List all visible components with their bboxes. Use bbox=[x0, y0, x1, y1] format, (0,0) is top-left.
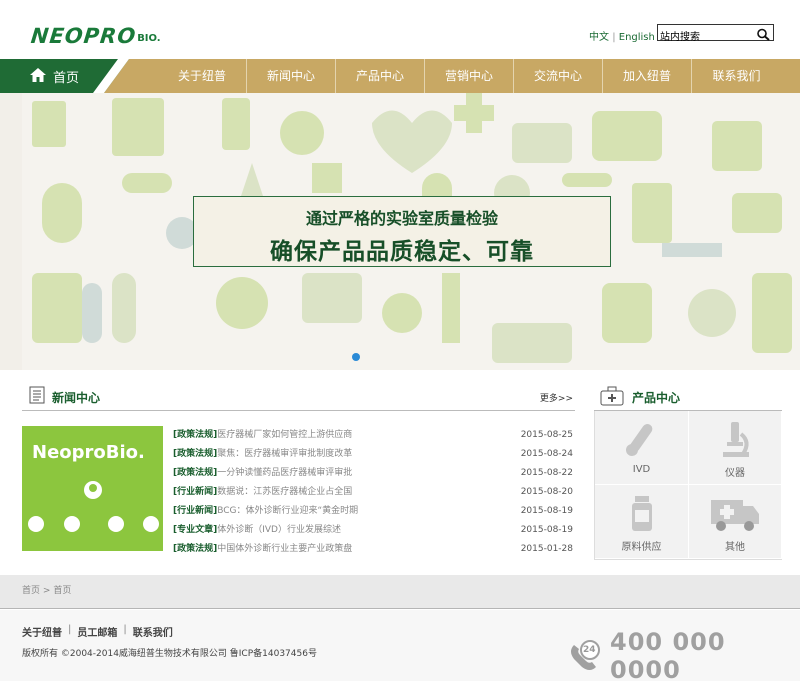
carousel-dot[interactable] bbox=[352, 353, 360, 361]
nav-item-news[interactable]: 新闻中心 bbox=[247, 59, 336, 93]
footer-sep: | bbox=[68, 624, 72, 635]
breadcrumb-current: 首页 bbox=[53, 586, 72, 596]
news-item[interactable]: [政策法规] 聚焦：医疗器械审评审批制度改革 2015-08-24 bbox=[173, 447, 573, 466]
ambulance-icon bbox=[711, 500, 759, 531]
lang-separator: | bbox=[612, 32, 616, 43]
nav-item-exchange[interactable]: 交流中心 bbox=[514, 59, 603, 93]
copyright: 版权所有 ©2004-2014威海纽普生物技术有限公司 鲁ICP备1403745… bbox=[22, 649, 317, 659]
nav-item-about[interactable]: 关于纽普 bbox=[158, 59, 247, 93]
search-icon[interactable] bbox=[756, 26, 771, 41]
product-label: 其他 bbox=[725, 542, 745, 553]
language-switcher: 中文 | English bbox=[589, 28, 655, 43]
news-date: 2015-01-28 bbox=[520, 544, 573, 554]
news-item[interactable]: [专业文章] 体外诊断（IVD）行业发展综述 2015-08-19 bbox=[173, 523, 573, 542]
news-category: [政策法规] bbox=[173, 544, 218, 554]
logo-sub: BIO. bbox=[137, 33, 161, 44]
news-item[interactable]: [政策法规] 中国体外诊断行业主要产业政策盘 2015-01-28 bbox=[173, 542, 573, 561]
news-category: [行业新闻] bbox=[173, 506, 218, 516]
news-date: 2015-08-20 bbox=[520, 487, 573, 497]
news-item[interactable]: [行业新闻] BCG：体外诊断行业迎来“黄金时期 2015-08-19 bbox=[173, 504, 573, 523]
footer-links: 关于纽普 | 员工邮箱 | 联系我们 bbox=[22, 624, 173, 639]
news-headline[interactable]: BCG：体外诊断行业迎来“黄金时期 bbox=[217, 504, 515, 523]
nav-home-label: 首页 bbox=[53, 71, 80, 86]
news-item[interactable]: [政策法规] 医疗器械厂家如何管控上游供应商 2015-08-25 bbox=[173, 428, 573, 447]
news-category: [政策法规] bbox=[173, 449, 218, 459]
product-ivd[interactable]: IVD bbox=[595, 411, 689, 485]
nav-item-contact[interactable]: 联系我们 bbox=[692, 59, 781, 93]
footer-link-email[interactable]: 员工邮箱 bbox=[77, 624, 117, 639]
news-date: 2015-08-24 bbox=[520, 449, 573, 459]
nav-home[interactable]: 首页 bbox=[0, 59, 129, 93]
news-category: [专业文章] bbox=[173, 525, 218, 535]
lang-chinese-link[interactable]: 中文 bbox=[589, 32, 609, 43]
social-icons-icon bbox=[28, 481, 159, 532]
product-instrument[interactable]: 仪器 bbox=[689, 411, 782, 485]
product-other[interactable]: 其他 bbox=[689, 485, 782, 559]
product-label: IVD bbox=[632, 464, 651, 475]
logo[interactable]: NEOPRO BIO. bbox=[29, 24, 161, 48]
search-box bbox=[657, 24, 774, 43]
news-more-link[interactable]: 更多>> bbox=[540, 391, 573, 404]
breadcrumb-home[interactable]: 首页 bbox=[22, 586, 40, 596]
home-icon bbox=[30, 67, 46, 86]
news-date: 2015-08-19 bbox=[520, 506, 573, 516]
news-headline[interactable]: 一分钟读懂药品医疗器械审评审批 bbox=[217, 466, 515, 485]
microscope-icon bbox=[723, 422, 749, 457]
news-item[interactable]: [政策法规] 一分钟读懂药品医疗器械审评审批 2015-08-22 bbox=[173, 466, 573, 485]
phone-badge: 24 bbox=[583, 645, 596, 655]
news-section-header: 新闻中心 更多>> bbox=[22, 383, 575, 411]
news-item[interactable]: [行业新闻] 数据说：江苏医疗器械企业占全国 2015-08-20 bbox=[173, 485, 573, 504]
hotline: 24 400 000 0000 bbox=[568, 628, 800, 681]
product-label: 原料供应 bbox=[621, 542, 662, 553]
phone-24h-icon: 24 bbox=[568, 639, 602, 673]
hero-banner[interactable]: 通过严格的实验室质量检验 确保产品品质稳定、可靠 bbox=[22, 93, 800, 370]
news-headline[interactable]: 中国体外诊断行业主要产业政策盘 bbox=[217, 542, 515, 561]
news-category: [行业新闻] bbox=[173, 487, 218, 497]
news-date: 2015-08-19 bbox=[520, 525, 573, 535]
news-title: 新闻中心 bbox=[52, 391, 101, 405]
footer: 关于纽普 | 员工邮箱 | 联系我们 版权所有 ©2004-2014威海纽普生物… bbox=[0, 610, 800, 681]
news-list: [政策法规] 医疗器械厂家如何管控上游供应商 2015-08-25 [政策法规]… bbox=[173, 428, 573, 561]
breadcrumb-bar: 首页 > 首页 bbox=[0, 575, 800, 609]
banner-caption: 通过严格的实验室质量检验 确保产品品质稳定、可靠 bbox=[193, 196, 611, 267]
news-headline[interactable]: 体外诊断（IVD）行业发展综述 bbox=[217, 523, 515, 542]
nav-item-products[interactable]: 产品中心 bbox=[336, 59, 425, 93]
medicine-bottle-icon bbox=[631, 496, 652, 531]
search-input[interactable] bbox=[658, 28, 754, 43]
breadcrumb-sep: > bbox=[42, 586, 51, 596]
footer-link-about[interactable]: 关于纽普 bbox=[22, 624, 62, 639]
lang-english-link[interactable]: English bbox=[619, 32, 655, 43]
products-grid: IVD 仪器 原料供应 其他 bbox=[594, 411, 782, 560]
footer-link-contact[interactable]: 联系我们 bbox=[133, 624, 173, 639]
nav-item-marketing[interactable]: 营销中心 bbox=[425, 59, 514, 93]
nav-items: 关于纽普 新闻中心 产品中心 营销中心 交流中心 加入纽普 联系我们 bbox=[158, 59, 781, 93]
products-section-header: 产品中心 bbox=[594, 383, 782, 411]
news-headline[interactable]: 聚焦：医疗器械审评审批制度改革 bbox=[217, 447, 515, 466]
product-label: 仪器 bbox=[725, 468, 745, 479]
news-image[interactable]: NeoproBio. bbox=[22, 426, 163, 551]
news-headline[interactable]: 医疗器械厂家如何管控上游供应商 bbox=[217, 428, 515, 447]
banner-line1: 通过严格的实验室质量检验 bbox=[305, 209, 498, 228]
news-date: 2015-08-22 bbox=[520, 468, 573, 478]
logo-main: NEOPRO bbox=[29, 24, 138, 48]
test-tube-icon bbox=[625, 423, 652, 456]
news-date: 2015-08-25 bbox=[520, 430, 573, 440]
nav-item-join[interactable]: 加入纽普 bbox=[603, 59, 692, 93]
banner-left-margin bbox=[0, 93, 22, 370]
products-title: 产品中心 bbox=[632, 391, 681, 405]
newspaper-icon bbox=[29, 386, 47, 408]
main-nav: 首页 关于纽普 新闻中心 产品中心 营销中心 交流中心 加入纽普 联系我们 bbox=[0, 59, 800, 93]
news-category: [政策法规] bbox=[173, 430, 218, 440]
product-raw-materials[interactable]: 原料供应 bbox=[595, 485, 689, 559]
news-category: [政策法规] bbox=[173, 468, 218, 478]
phone-number: 400 000 0000 bbox=[610, 628, 726, 681]
news-headline[interactable]: 数据说：江苏医疗器械企业占全国 bbox=[217, 485, 515, 504]
footer-sep: | bbox=[123, 624, 127, 635]
banner-line2: 确保产品品质稳定、可靠 bbox=[270, 239, 534, 265]
medical-kit-icon bbox=[600, 386, 624, 410]
breadcrumb: 首页 > 首页 bbox=[22, 583, 71, 596]
